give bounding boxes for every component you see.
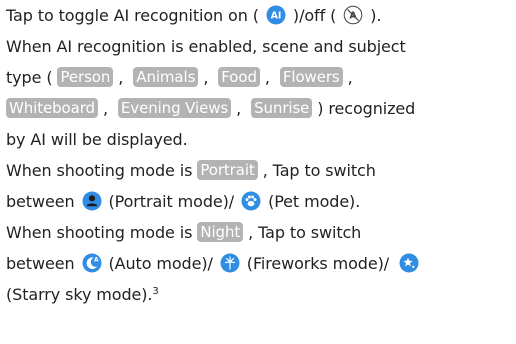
line-displayed: by AI will be displayed. (6, 130, 188, 149)
text-segment: between (6, 254, 75, 273)
pet-paw-icon (241, 191, 261, 211)
text-segment: ) recognized (317, 99, 416, 118)
text-segment: )/off ( (292, 6, 337, 25)
separator: , (264, 68, 270, 87)
tag-animals: Animals (133, 67, 199, 87)
fireworks-icon (220, 253, 240, 273)
starry-sky-icon (399, 253, 419, 273)
line-portrait-switch: between (Portrait mode)/ (Pet mode). (6, 186, 360, 217)
line-portrait-mode: When shooting mode is Portrait , Tap to … (6, 155, 376, 186)
text-segment: , Tap to switch (248, 223, 362, 242)
text-segment: When shooting mode is (6, 223, 193, 242)
tag-night: Night (197, 222, 244, 242)
text-segment: type ( (6, 68, 53, 87)
text-segment: When shooting mode is (6, 161, 193, 180)
line-scene-types: type ( Person , Animals , Food , Flowers… (6, 62, 353, 93)
line-starry-sky: (Starry sky mode).3 (6, 279, 159, 310)
line-night-switch: between A (Auto mode)/ (Fireworks mode)/ (6, 248, 421, 279)
auto-moon-icon: A (82, 253, 102, 273)
text-segment: Tap to toggle AI recognition on ( (6, 6, 259, 25)
tag-evening-views: Evening Views (117, 98, 232, 118)
text-segment: (Pet mode). (268, 192, 361, 211)
ai-on-icon-label: AI (271, 11, 282, 22)
tag-food: Food (218, 67, 260, 87)
tag-portrait: Portrait (197, 160, 258, 180)
line-scene-types-cont: Whiteboard , Evening Views , Sunrise ) r… (6, 93, 415, 124)
footnote-marker: 3 (152, 286, 159, 297)
text-segment: (Auto mode)/ (108, 254, 213, 273)
tag-person: Person (57, 67, 114, 87)
line-night-mode: When shooting mode is Night , Tap to swi… (6, 217, 361, 248)
separator: , (236, 99, 242, 118)
separator: , (102, 99, 108, 118)
text-segment: between (6, 192, 75, 211)
line-ai-toggle: Tap to toggle AI recognition on ( AI )/o… (6, 0, 381, 31)
ai-off-icon: A (343, 5, 363, 25)
separator: , (347, 68, 353, 87)
text-segment: , Tap to switch (262, 161, 376, 180)
line-ai-enabled: When AI recognition is enabled, scene an… (6, 37, 406, 56)
text-segment: ). (370, 6, 382, 25)
text-segment: (Starry sky mode). (6, 285, 153, 304)
separator: , (118, 68, 124, 87)
ai-on-icon: AI (266, 5, 286, 25)
separator: , (203, 68, 209, 87)
tag-flowers: Flowers (279, 67, 343, 87)
text-segment: (Portrait mode)/ (108, 192, 235, 211)
portrait-person-icon (82, 191, 102, 211)
text-segment: (Fireworks mode)/ (246, 254, 390, 273)
auto-moon-icon-label: A (94, 257, 99, 264)
tag-whiteboard: Whiteboard (6, 98, 98, 118)
tag-sunrise: Sunrise (251, 98, 313, 118)
